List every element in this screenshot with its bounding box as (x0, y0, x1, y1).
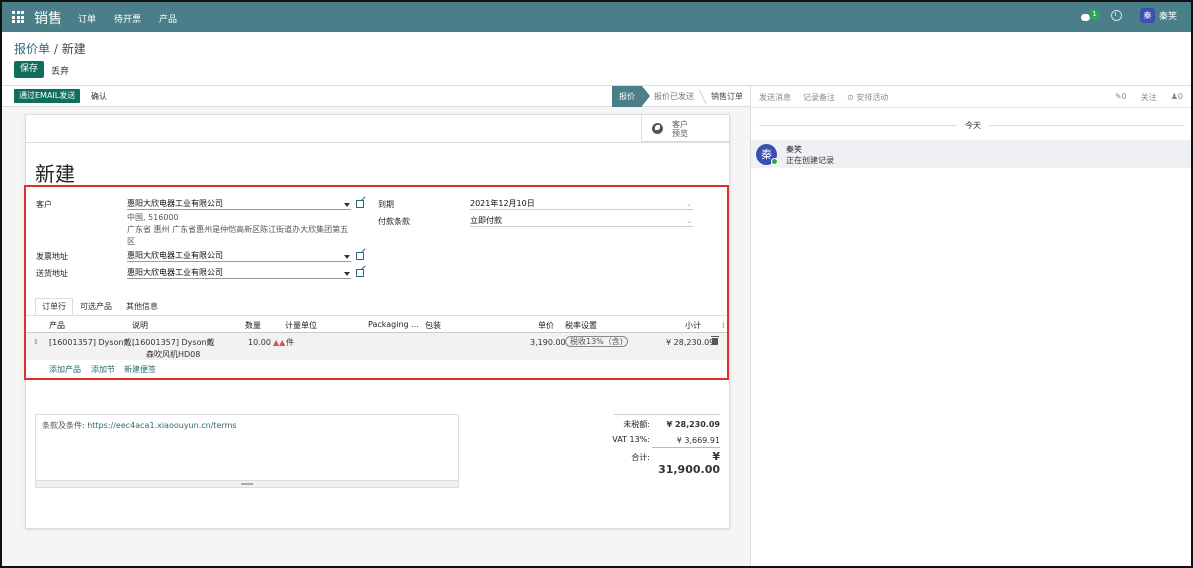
message-author[interactable]: 秦笑 (786, 144, 802, 155)
log-note-button[interactable]: 记录备注 (803, 92, 835, 103)
nav-right: 1 秦 秦笑 (1080, 8, 1177, 23)
menu-orders[interactable]: 订单 (78, 12, 96, 25)
window-frame: 销售 订单 待开票 产品 1 秦 秦笑 报价单 / 新建 保存 丢弃 通过EMA… (0, 0, 1193, 568)
form-statusbar: 通过EMAIL发送 确认 报价 报价已发送 销售订单 (2, 86, 750, 107)
followers-counter[interactable]: ♟0 (1171, 92, 1183, 103)
day-divider-right (989, 125, 1184, 126)
stage-quotation-sent[interactable]: 报价已发送 (654, 86, 694, 107)
total-value: ¥ 31,900.00 (658, 450, 720, 476)
discard-button[interactable]: 丢弃 (51, 64, 69, 77)
chatter-panel: 发送消息 记录备注 ⊙ 安排活动 ✎0 关注 ♟0 今天 秦 秦笑 正在创建记录 (750, 86, 1191, 566)
apps-grid-icon[interactable] (12, 11, 24, 23)
activity-clock-icon[interactable] (1110, 10, 1122, 21)
vat-label: VAT 13%: (612, 435, 650, 444)
day-label: 今天 (965, 121, 981, 130)
record-title: 新建 (35, 162, 75, 186)
confirm-button[interactable]: 确认 (91, 91, 107, 102)
customer-preview-button[interactable]: 客户 预览 (641, 115, 729, 142)
save-button[interactable]: 保存 (14, 61, 45, 78)
resize-grip-icon[interactable] (36, 480, 458, 487)
terms-text: 条款及条件: https://eec4aca1.xiaoouyun.cn/ter… (42, 421, 237, 430)
untaxed-value: ¥ 28,230.09 (666, 420, 720, 429)
app-title: 销售 (34, 11, 62, 27)
chatter-actions: 发送消息 记录备注 ⊙ 安排活动 (759, 92, 900, 103)
breadcrumb-current: 新建 (61, 42, 86, 56)
highlight-box (24, 185, 729, 380)
chatter-followers: ✎0 关注 ♟0 (1101, 92, 1183, 103)
breadcrumb: 报价单 / 新建 (14, 40, 86, 57)
top-navbar: 销售 订单 待开票 产品 1 秦 秦笑 (2, 2, 1191, 32)
user-name[interactable]: 秦笑 (1159, 9, 1177, 22)
send-message-button[interactable]: 发送消息 (759, 92, 791, 103)
terms-link[interactable]: https://eec4aca1.xiaoouyun.cn/terms (87, 421, 236, 430)
menu-products[interactable]: 产品 (159, 12, 177, 25)
customer-preview-label: 客户 预览 (672, 120, 688, 138)
total-label: 合计: (631, 453, 650, 462)
untaxed-label: 未税额: (623, 420, 650, 429)
online-status-icon (771, 158, 778, 165)
globe-icon (652, 123, 663, 134)
nav-menu: 订单 待开票 产品 (78, 12, 195, 25)
sheet-divider (26, 142, 731, 143)
chatter-divider (751, 107, 1191, 108)
day-divider-left (759, 125, 957, 126)
totals-separator (652, 447, 720, 448)
totals-divider (614, 414, 720, 415)
message-body: 正在创建记录 (786, 156, 834, 165)
breadcrumb-quotations[interactable]: 报价单 (14, 42, 50, 56)
stage-quotation[interactable]: 报价 (612, 86, 642, 107)
follow-button[interactable]: 关注 (1141, 92, 1157, 103)
vat-value: ¥ 3,669.91 (676, 436, 720, 445)
attachments-counter[interactable]: ✎0 (1115, 92, 1127, 103)
breadcrumb-separator: / (53, 42, 58, 56)
messages-icon[interactable]: 1 (1080, 8, 1100, 22)
send-by-email-button[interactable]: 通过EMAIL发送 (14, 89, 81, 103)
stage-sales-order[interactable]: 销售订单 (711, 86, 743, 107)
messages-badge: 1 (1088, 8, 1100, 20)
stage-arrow-icon (642, 86, 650, 106)
schedule-activity-button[interactable]: ⊙ 安排活动 (847, 92, 888, 103)
user-avatar[interactable]: 秦 (1139, 8, 1155, 23)
terms-textarea[interactable]: 条款及条件: https://eec4aca1.xiaoouyun.cn/ter… (35, 414, 459, 488)
menu-to-invoice[interactable]: 待开票 (114, 12, 141, 25)
